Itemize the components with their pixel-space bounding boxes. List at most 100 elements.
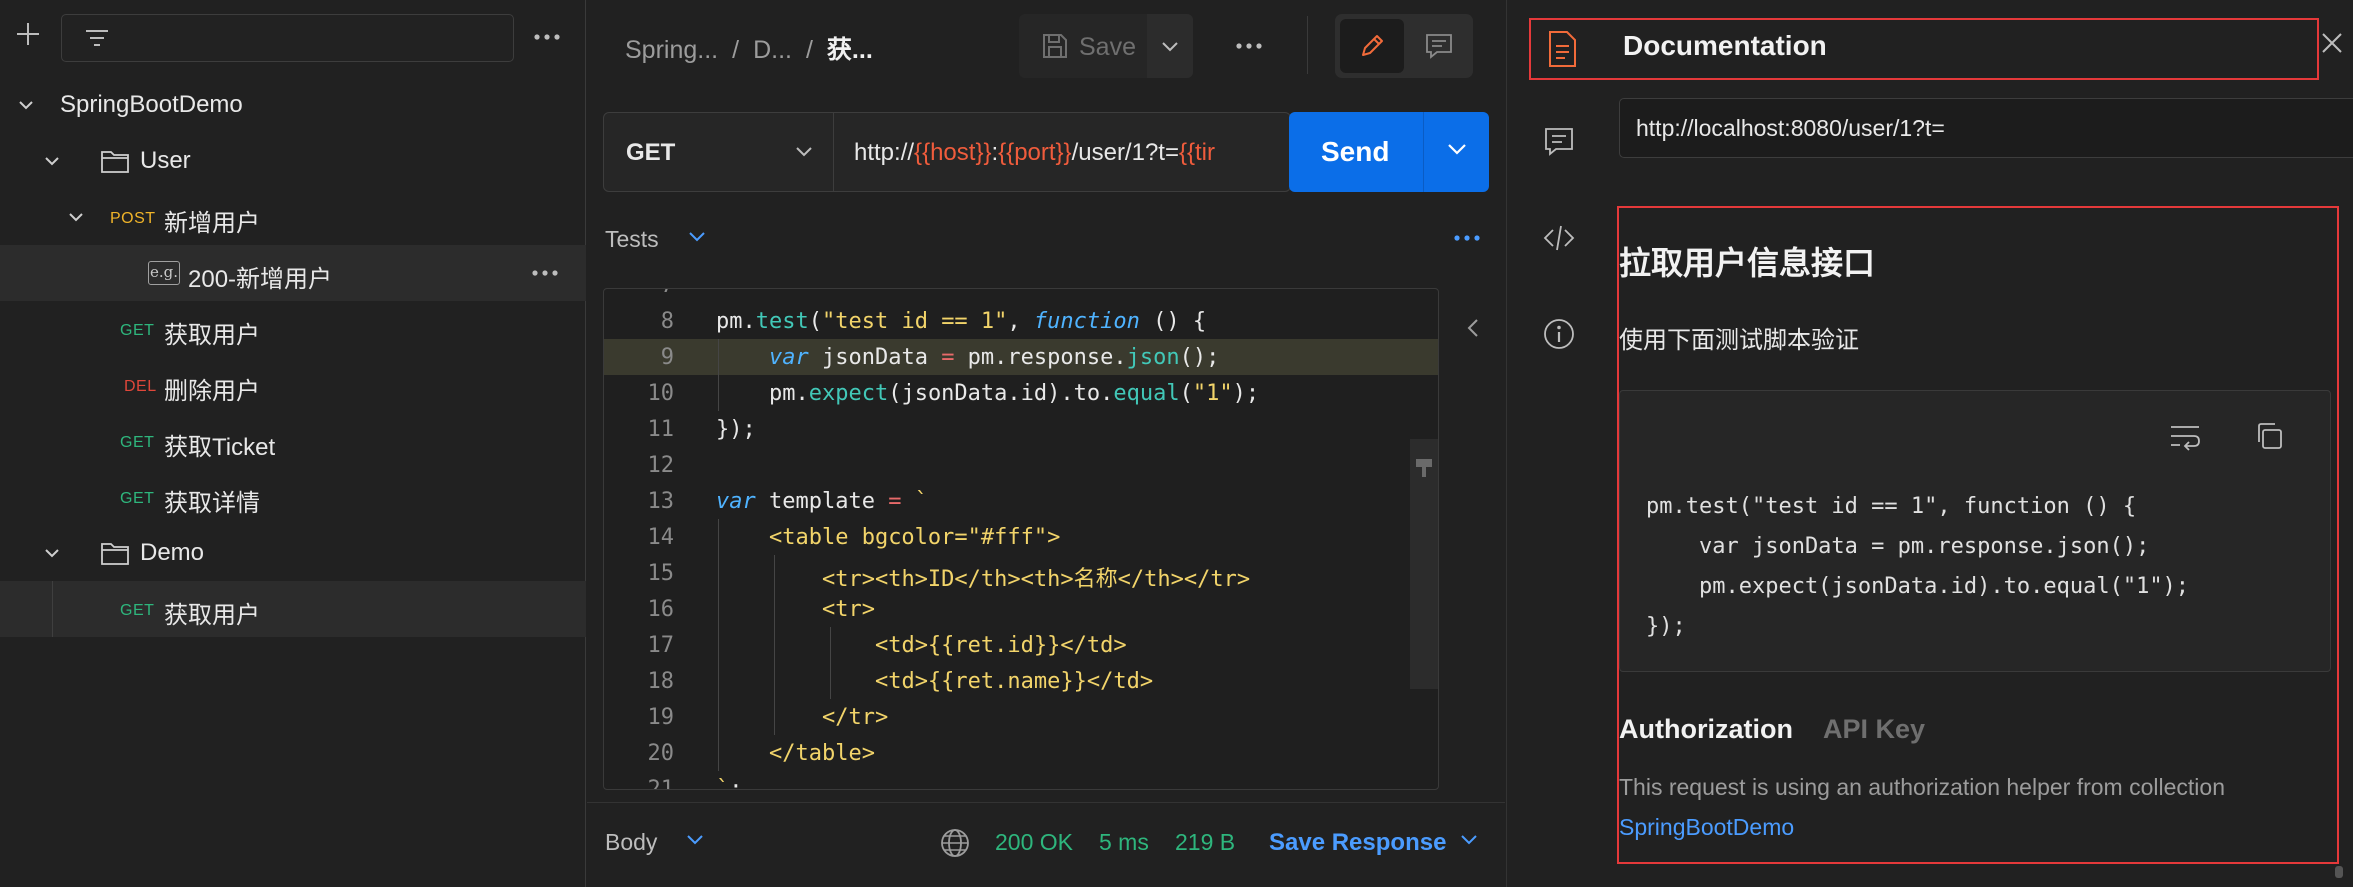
more-icon[interactable] xyxy=(528,261,562,285)
request-item[interactable]: GET 获取Ticket xyxy=(0,413,586,469)
method-select[interactable]: GET xyxy=(604,113,834,191)
url-part: /user/1?t= xyxy=(1071,139,1179,166)
code-line[interactable]: 10 pm.expect(jsonData.id).to.equal("1"); xyxy=(604,375,1438,411)
code-line[interactable]: 16 <tr> xyxy=(604,591,1438,627)
request-item[interactable]: GET 获取用户 xyxy=(0,301,586,357)
line-number: 11 xyxy=(647,417,675,442)
chevron-down-icon xyxy=(1162,42,1178,52)
line-number: 9 xyxy=(660,345,674,370)
panel-title: Documentation xyxy=(1623,30,1827,61)
code-line[interactable]: 13 var template = ` xyxy=(604,483,1438,519)
tree-label: 获取详情 xyxy=(164,490,260,517)
code-line[interactable]: 7 xyxy=(604,289,1438,303)
code-line[interactable]: 20 </table> xyxy=(604,735,1438,771)
code-icon[interactable] xyxy=(1541,220,1577,256)
code-line[interactable]: 15 <tr><th>ID</th><th>名称</th></tr> xyxy=(604,555,1438,592)
url-variable: {{host}} xyxy=(914,139,992,166)
send-dropdown-button[interactable] xyxy=(1423,112,1489,192)
more-icon[interactable] xyxy=(530,20,564,54)
chevron-down-icon[interactable] xyxy=(685,833,705,847)
code-line[interactable]: 21 `; xyxy=(604,771,1438,790)
globe-icon[interactable] xyxy=(939,827,971,859)
code-editor[interactable]: 21 `; 20 </table> 19 </tr> 18 <td>{{ret.name… xyxy=(603,288,1439,790)
more-icon[interactable] xyxy=(1232,34,1266,58)
code-line[interactable]: 11}); xyxy=(604,411,1438,447)
code-line[interactable]: 12 xyxy=(604,447,1438,483)
code-text: <td>{{ret.id}}</td> xyxy=(874,633,1127,658)
chevron-down-icon xyxy=(796,147,812,157)
line-number: 18 xyxy=(647,669,675,694)
scrollbar-marker xyxy=(1416,459,1432,467)
auth-section: Authorization API Key xyxy=(1619,714,1925,745)
folder-demo[interactable]: Demo xyxy=(0,525,586,581)
url-input[interactable]: http://{{host}}:{{port}}/user/1?t={{tir xyxy=(854,139,1215,167)
chevron-down-icon[interactable] xyxy=(16,95,36,115)
comments-mode-button[interactable] xyxy=(1409,19,1469,73)
line-number: 14 xyxy=(647,525,675,550)
request-item[interactable]: DEL 删除用户 xyxy=(0,357,586,413)
sidebar-toolbar xyxy=(0,0,586,76)
line-number: 21 xyxy=(647,777,675,790)
save-label: Save xyxy=(1079,33,1136,61)
request-item[interactable]: GET 获取用户 xyxy=(0,581,586,637)
save-button[interactable]: Save xyxy=(1019,14,1143,78)
request-item[interactable]: POST 新增用户 xyxy=(0,189,586,245)
line-number: 13 xyxy=(647,489,675,514)
code-text: <td>{{ret.name}}</td> xyxy=(874,669,1154,694)
more-icon[interactable] xyxy=(1450,226,1484,250)
collection-link[interactable]: SpringBootDemo xyxy=(1619,814,1794,841)
body-tab[interactable]: Body xyxy=(605,829,657,856)
chevron-down-icon[interactable] xyxy=(1459,833,1479,847)
breadcrumb-item[interactable]: D... xyxy=(753,36,792,64)
save-dropdown-button[interactable] xyxy=(1147,14,1193,78)
method-badge: POST xyxy=(110,210,156,227)
editor-scrollbar[interactable] xyxy=(1410,439,1438,689)
edit-mode-button[interactable] xyxy=(1340,19,1404,73)
wrap-icon[interactable] xyxy=(2168,421,2202,451)
response-time: 5 ms xyxy=(1099,829,1149,855)
copy-icon[interactable] xyxy=(2254,421,2284,451)
chevron-down-icon[interactable] xyxy=(66,207,86,227)
code-line[interactable]: 19 </tr> xyxy=(604,699,1438,735)
collection-springbootdemo[interactable]: SpringBootDemo xyxy=(0,77,586,133)
plus-icon[interactable] xyxy=(12,18,44,54)
code-line[interactable]: 14 <table bgcolor="#fff"> xyxy=(604,519,1438,555)
tests-tab[interactable]: Tests xyxy=(605,226,659,253)
code-text: <tr><th>ID</th><th>名称</th></tr> xyxy=(821,567,1251,592)
code-line[interactable]: 8 pm.test("test id == 1", function () { xyxy=(604,303,1438,339)
code-line[interactable]: 17 <td>{{ret.id}}</td> xyxy=(604,627,1438,663)
scrollbar-marker xyxy=(1422,467,1426,477)
folder-user[interactable]: User xyxy=(0,133,586,189)
chevron-down-icon[interactable] xyxy=(687,230,707,244)
chevron-down-icon[interactable] xyxy=(42,543,62,563)
code-text: `; xyxy=(716,777,743,790)
tree-label: SpringBootDemo xyxy=(60,91,243,118)
tree-label: 获取用户 xyxy=(164,322,260,349)
request-item[interactable]: GET 获取详情 xyxy=(0,469,586,525)
doc-url-field[interactable]: http://localhost:8080/user/1?t= xyxy=(1619,98,2353,158)
example-icon: e.g. xyxy=(148,261,180,285)
document-icon[interactable] xyxy=(1545,30,1579,68)
filter-icon xyxy=(86,30,108,46)
breadcrumb-current[interactable]: 获... xyxy=(827,36,873,64)
code-line[interactable]: 18 <td>{{ret.name}}</td> xyxy=(604,663,1438,699)
save-group: Save xyxy=(1019,14,1193,78)
indent-guide xyxy=(830,627,831,699)
comment-icon[interactable] xyxy=(1541,124,1577,160)
comment-icon xyxy=(1426,34,1452,59)
save-response-button[interactable]: Save Response xyxy=(1269,829,1446,857)
filter-input[interactable] xyxy=(61,14,514,62)
code-line[interactable]: 9 var jsonData = pm.response.json(); xyxy=(604,339,1438,375)
url-variable: {{port}} xyxy=(998,139,1072,166)
request-panel: Spring... / D... / 获... Save GET http://{{ho… xyxy=(587,0,1505,887)
close-icon[interactable] xyxy=(2317,28,2347,58)
doc-paragraph: 使用下面测试脚本验证 xyxy=(1619,327,1859,354)
chevron-left-icon[interactable] xyxy=(1463,316,1483,340)
breadcrumb-item[interactable]: Spring... xyxy=(625,36,718,64)
info-icon[interactable] xyxy=(1541,316,1577,352)
chevron-down-icon[interactable] xyxy=(42,151,62,171)
send-button[interactable]: Send xyxy=(1289,112,1423,192)
code-text: </table> xyxy=(768,741,875,766)
panel-scrollbar[interactable] xyxy=(2335,866,2343,878)
example-item[interactable]: e.g. 200-新增用户 xyxy=(0,245,586,301)
